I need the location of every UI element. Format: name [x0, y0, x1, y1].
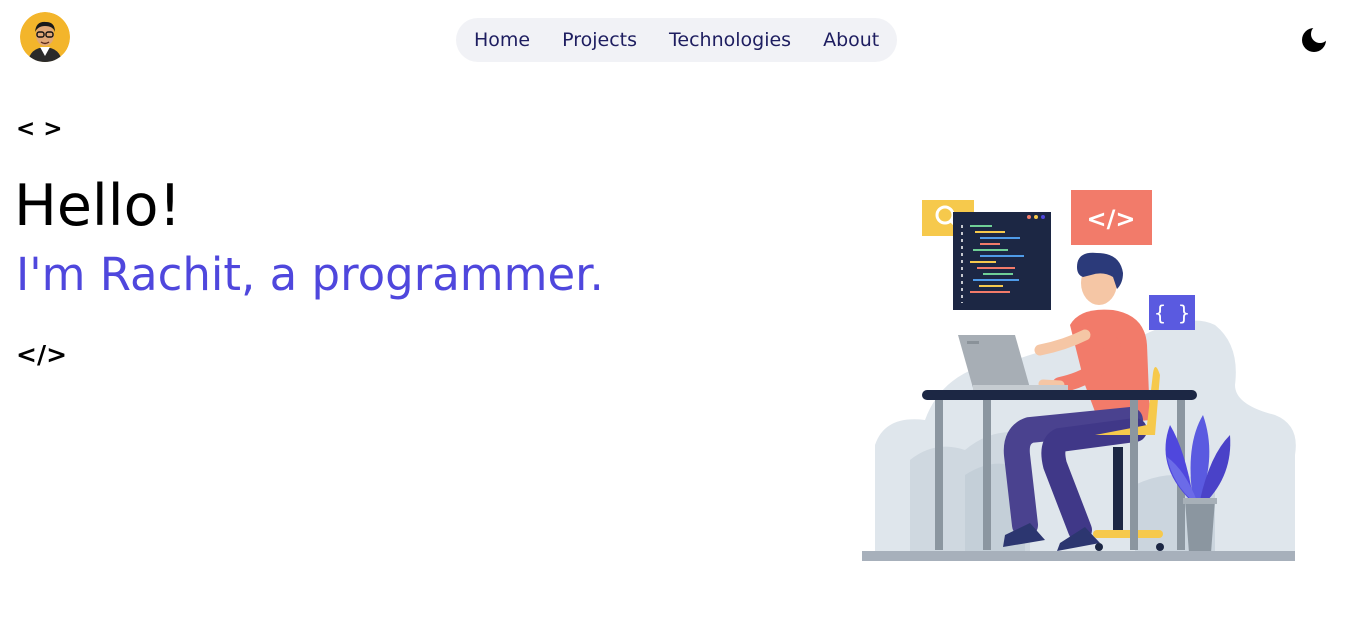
open-tag-decoration: < >: [16, 116, 63, 142]
floor-graphic: [862, 551, 1295, 561]
nav-home[interactable]: Home: [474, 29, 546, 51]
moon-icon: [1302, 25, 1329, 52]
avatar[interactable]: [20, 12, 70, 62]
svg-text:{ }: { }: [1154, 301, 1190, 325]
avatar-image: [20, 12, 70, 62]
curly-braces-icon: { }: [1149, 295, 1195, 330]
nav-projects[interactable]: Projects: [546, 29, 653, 51]
greeting-heading: Hello!: [14, 173, 182, 239]
code-tag-icon: </>: [1071, 190, 1152, 245]
intro-subheading: I'm Rachit, a programmer.: [16, 248, 604, 301]
nav-technologies[interactable]: Technologies: [653, 29, 807, 51]
hero-illustration: </> { }: [855, 185, 1305, 575]
svg-text:</>: </>: [1087, 205, 1136, 233]
theme-toggle-button[interactable]: [1300, 25, 1329, 54]
code-window-graphic: [953, 212, 1051, 310]
nav-about[interactable]: About: [807, 29, 879, 51]
close-tag-decoration: </>: [16, 340, 68, 369]
main-nav: Home Projects Technologies About: [456, 18, 898, 62]
